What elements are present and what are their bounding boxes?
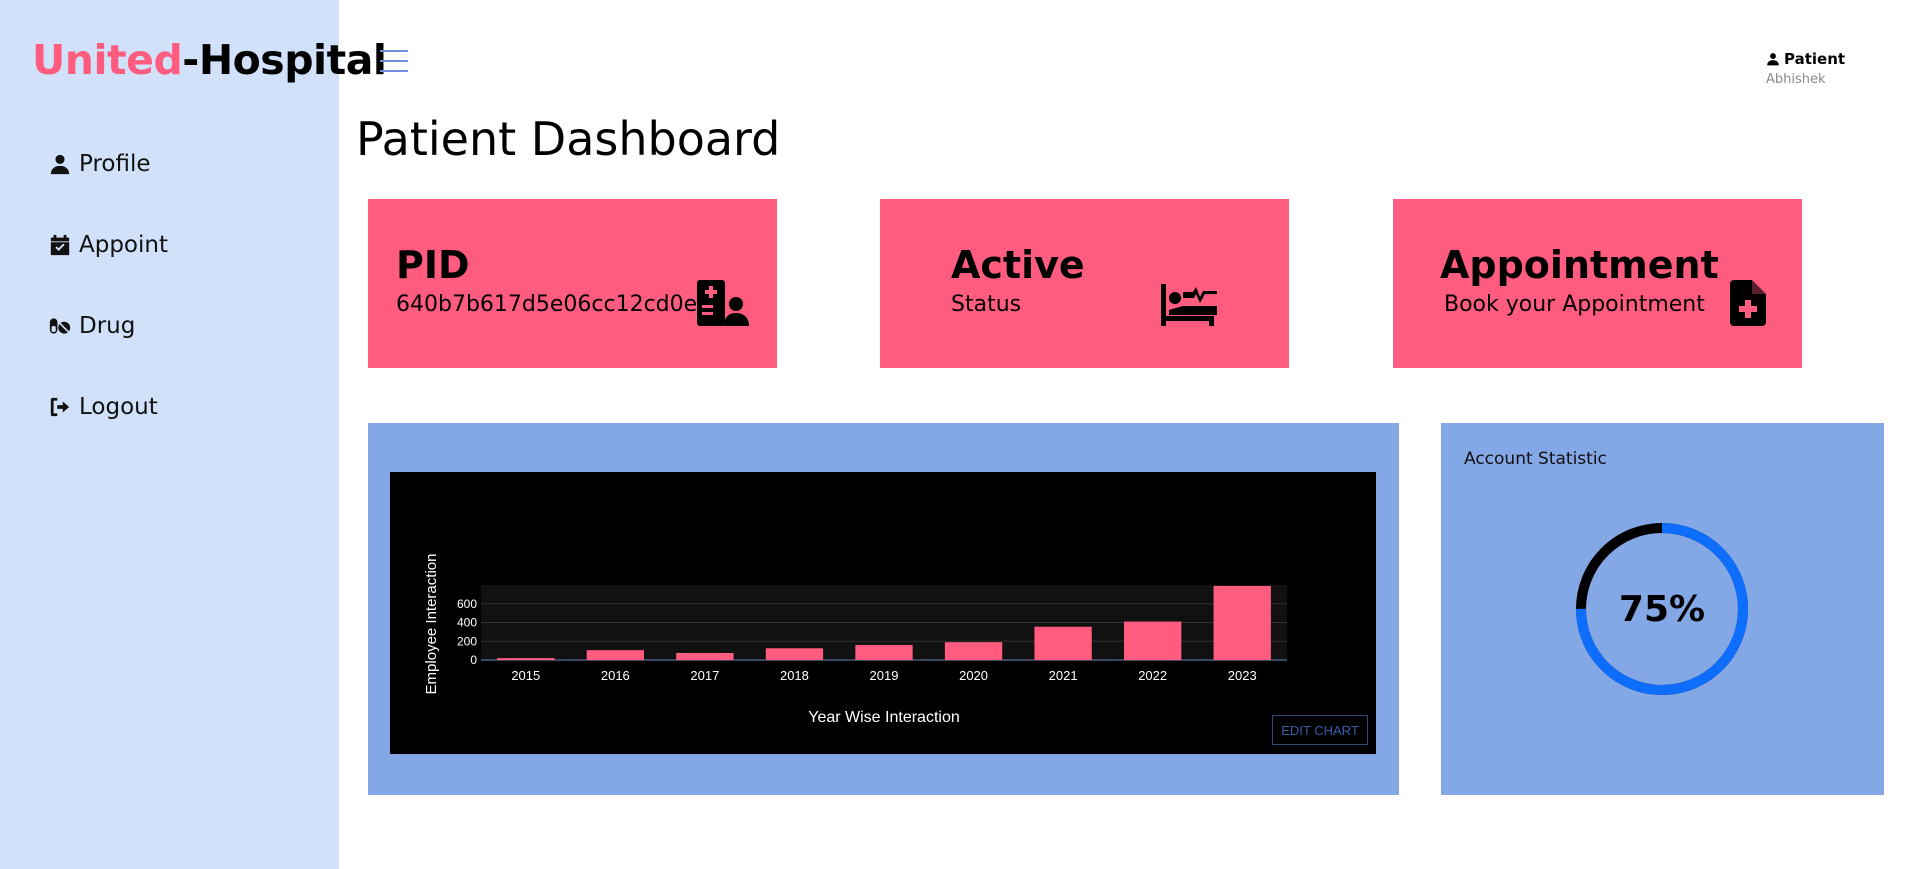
sidebar-item-label: Logout [79, 394, 158, 420]
sidebar-item-label: Drug [79, 313, 136, 339]
status-card: Active Status [880, 199, 1289, 368]
bar-chart-svg: 0 200 400 600 2015 2016 2017 2018 2019 2020 2021 20… [423, 554, 1287, 726]
pills-icon [49, 318, 71, 334]
brand-part-1: United [32, 36, 183, 84]
card-subtitle: Status [951, 292, 1022, 317]
sidebar-item-profile[interactable]: Profile [49, 151, 151, 177]
bed-pulse-icon [1161, 284, 1217, 326]
user-icon [50, 154, 70, 175]
y-tick-label: 0 [470, 653, 477, 667]
x-axis-label: Year Wise Interaction [808, 709, 959, 726]
x-tick-label: 2020 [959, 668, 988, 683]
x-tick-label: 2018 [780, 668, 809, 683]
x-tick-label: 2016 [601, 668, 630, 683]
bar-2021[interactable] [1034, 626, 1092, 660]
brand-logo[interactable]: United-Hospital [32, 36, 387, 84]
card-title: Active [951, 243, 1085, 287]
sidebar-item-logout[interactable]: Logout [49, 394, 158, 420]
edit-chart-button[interactable]: EDIT CHART [1272, 715, 1368, 745]
bar-2015[interactable] [497, 658, 555, 660]
bar-2017[interactable] [676, 652, 734, 660]
menu-toggle-button[interactable] [380, 50, 408, 76]
y-axis-label: Employee Interaction [423, 554, 440, 695]
bar-2020[interactable] [944, 642, 1003, 660]
appointment-card[interactable]: Appointment Book your Appointment [1393, 199, 1802, 368]
hospital-user-icon [697, 280, 749, 326]
bar-2022[interactable] [1124, 621, 1182, 660]
card-title: Appointment [1440, 243, 1719, 287]
bar-2023[interactable] [1213, 585, 1271, 660]
x-tick-label: 2021 [1049, 668, 1078, 683]
logout-icon [50, 397, 70, 417]
sidebar: United-Hospital Profile Appoint Drug Log… [0, 0, 387, 869]
bar-2018[interactable] [765, 648, 824, 660]
x-tick-label: 2023 [1228, 668, 1257, 683]
stat-value: 75% [1618, 588, 1706, 630]
card-subtitle: 640b7b617d5e06cc12cd0e15 [396, 292, 726, 317]
file-medical-icon [1730, 280, 1766, 326]
x-tick-label: 2019 [870, 668, 899, 683]
stat-title: Account Statistic [1464, 449, 1607, 469]
sidebar-item-drug[interactable]: Drug [49, 313, 135, 339]
user-name: Abhishek [1766, 72, 1826, 87]
sidebar-item-appoint[interactable]: Appoint [49, 232, 168, 258]
x-tick-label: 2017 [690, 668, 719, 683]
brand-part-2: -Hospital [182, 36, 387, 84]
y-tick-label: 600 [457, 597, 477, 611]
x-tick-label: 2015 [511, 668, 540, 683]
sidebar-item-label: Profile [79, 151, 151, 177]
card-title: PID [396, 243, 470, 287]
sidebar-item-label: Appoint [79, 232, 168, 258]
user-role: Patient [1784, 50, 1846, 68]
y-tick-label: 400 [457, 616, 477, 630]
bar-2019[interactable] [855, 645, 913, 660]
calendar-check-icon [50, 234, 70, 256]
account-statistic-panel: Account Statistic 75% [1441, 423, 1884, 795]
y-tick-label: 200 [457, 634, 477, 648]
bar-2016[interactable] [586, 650, 644, 660]
user-menu[interactable]: Patient Abhishek [1766, 50, 1845, 87]
pid-card: PID 640b7b617d5e06cc12cd0e15 [368, 199, 777, 368]
bar-chart: 0 200 400 600 2015 2016 2017 2018 2019 2020 2021 20… [390, 472, 1376, 754]
page-title: Patient Dashboard [356, 112, 781, 166]
x-tick-label: 2022 [1138, 668, 1167, 683]
chart-panel: 0 200 400 600 2015 2016 2017 2018 2019 2020 2021 20… [368, 423, 1399, 795]
user-icon [1767, 53, 1779, 66]
card-subtitle: Book your Appointment [1444, 292, 1705, 317]
